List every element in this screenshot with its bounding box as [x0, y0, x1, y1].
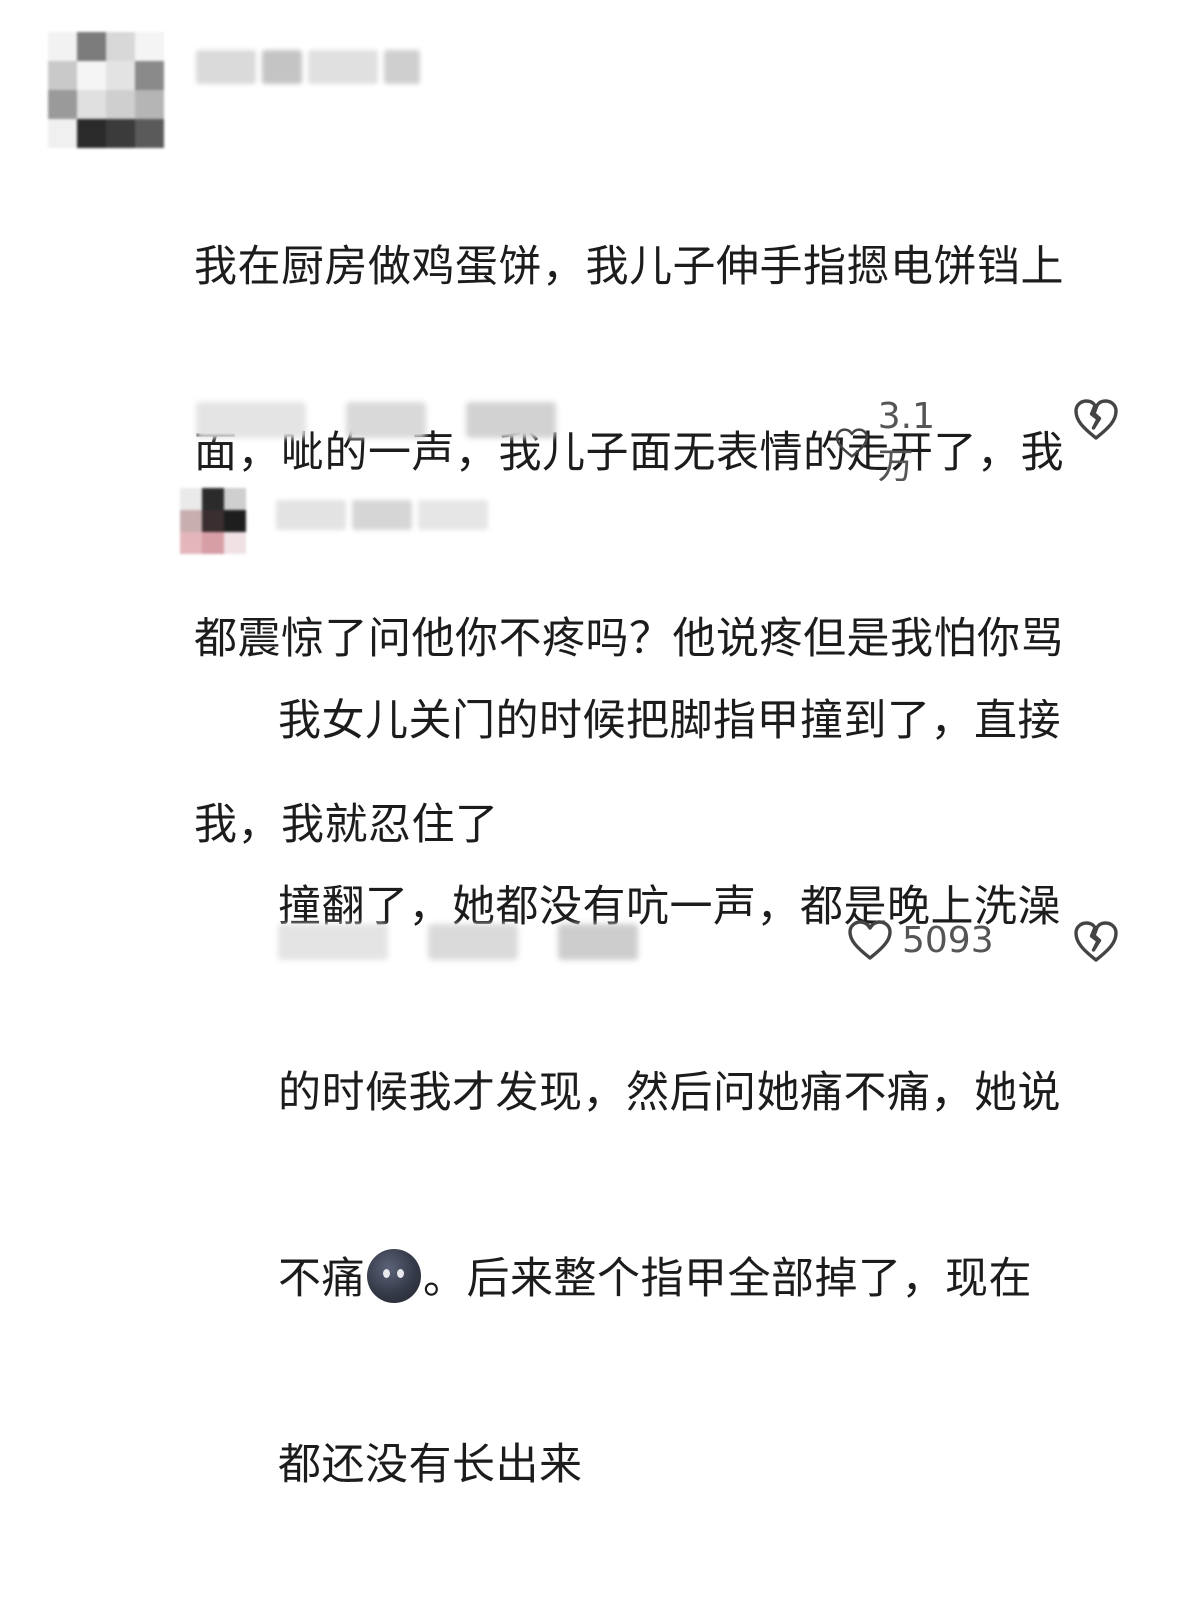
text-line: 我女儿关门的时候把脚指甲撞到了，直接 — [278, 696, 1061, 746]
text-line: 都还没有长出来 — [278, 1440, 583, 1490]
like-button[interactable]: 3.1万 — [834, 396, 947, 489]
comment-meta — [196, 402, 556, 438]
broken-heart-icon — [1074, 399, 1118, 440]
broken-heart-icon — [1074, 921, 1118, 962]
like-button[interactable]: 5093 — [846, 918, 994, 962]
avatar[interactable] — [48, 32, 164, 148]
text-fragment: 。后来整个指甲全部掉了，现在 — [423, 1254, 1032, 1304]
avatar[interactable] — [180, 488, 246, 554]
dislike-button[interactable] — [1072, 396, 1120, 446]
like-count: 5093 — [902, 919, 994, 961]
comment-meta — [278, 924, 638, 960]
heart-outline-icon — [848, 920, 892, 960]
text-line: 的时候我才发现，然后问她痛不痛，她说 — [278, 1068, 1061, 1118]
like-count: 3.1万 — [877, 396, 936, 487]
username[interactable] — [196, 50, 420, 84]
text-line: 不痛 。后来整个指甲全部掉了，现在 — [278, 1248, 1158, 1310]
username[interactable] — [276, 500, 488, 530]
dark-moon-face-emoji — [367, 1249, 421, 1303]
text-line: 我在厨房做鸡蛋饼，我儿子伸手指摁电饼铛上 — [194, 242, 1064, 292]
heart-outline-icon — [835, 427, 869, 458]
comment-text: 我女儿关门的时候把脚指甲撞到了，直接 撞翻了，她都没有吭一声，都是晚上洗澡 的时… — [278, 566, 1158, 1620]
dislike-button[interactable] — [1072, 918, 1120, 968]
text-fragment: 不痛 — [278, 1254, 365, 1304]
